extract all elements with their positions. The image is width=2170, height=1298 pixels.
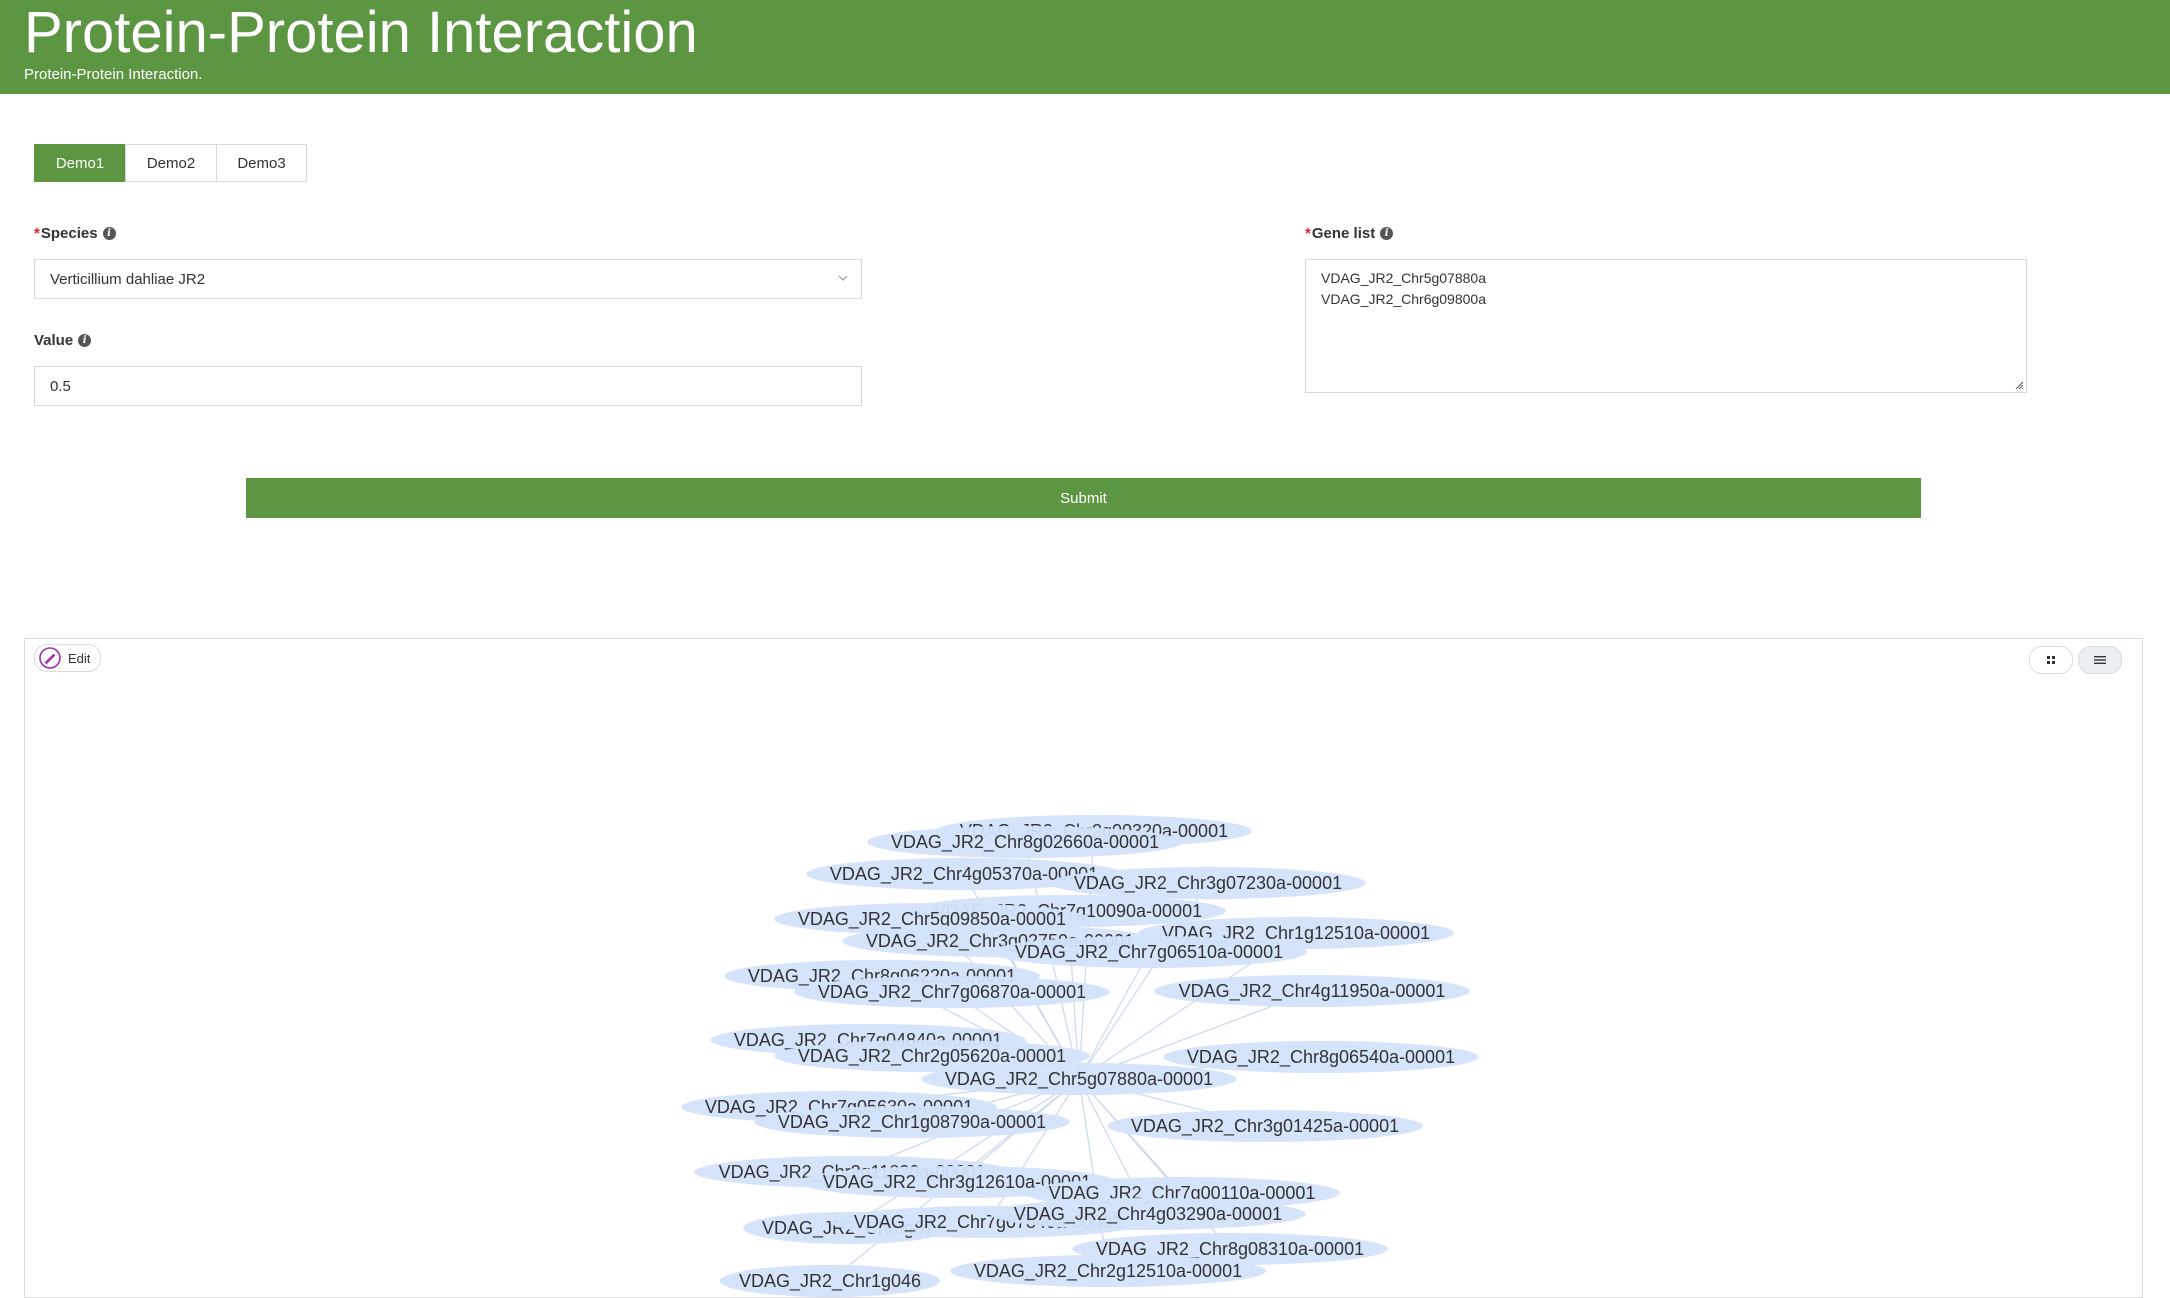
required-mark: * [1305,225,1311,242]
network-node[interactable]: VDAG_JR2_Chr3g07230a-00001 [1050,867,1366,899]
network-node[interactable]: VDAG_JR2_Chr3g01425a-00001 [1107,1110,1423,1142]
network-nodes: VDAG_JR2_Chr2g00320a-00001VDAG_JR2_Chr8g… [681,815,1479,1297]
node-label: VDAG_JR2_Chr2g12510a-00001 [974,1261,1242,1282]
network-node[interactable]: VDAG_JR2_Chr4g03290a-00001 [990,1198,1306,1230]
node-label: VDAG_JR2_Chr2g05620a-00001 [798,1046,1066,1067]
network-graph[interactable]: VDAG_JR2_Chr2g00320a-00001VDAG_JR2_Chr8g… [25,639,2142,1298]
node-label: VDAG_JR2_Chr8g02660a-00001 [891,832,1159,853]
network-node[interactable]: VDAG_JR2_Chr5g07880a-00001 [921,1063,1237,1095]
tab-demo3[interactable]: Demo3 [216,144,307,182]
node-label: VDAG_JR2_Chr5g07880a-00001 [945,1069,1213,1090]
gene-list-label-text: Gene list [1311,225,1376,242]
chevron-down-icon [838,275,848,281]
resize-handle-icon[interactable] [2014,380,2024,390]
tab-demo2[interactable]: Demo2 [125,144,217,182]
node-label: VDAG_JR2_Chr1g046 [739,1271,921,1292]
required-mark: * [34,225,40,242]
info-icon: i [102,227,116,240]
page-header: Protein-Protein Interaction Protein-Prot… [0,0,2170,94]
network-node[interactable]: VDAG_JR2_Chr7g06510a-00001 [991,936,1307,968]
species-select-value: Verticillium dahliae JR2 [50,270,206,288]
species-select[interactable]: Verticillium dahliae JR2 [34,259,862,299]
network-node[interactable]: VDAG_JR2_Chr1g08790a-00001 [754,1106,1070,1138]
demo-tabs: Demo1 Demo2 Demo3 [34,144,307,182]
network-node[interactable]: VDAG_JR2_Chr8g02660a-00001 [867,826,1183,858]
value-label: Value i [34,332,92,349]
node-label: VDAG_JR2_Chr1g08790a-00001 [778,1112,1046,1133]
page-subtitle: Protein-Protein Interaction. [24,66,203,83]
node-label: VDAG_JR2_Chr7g06510a-00001 [1015,942,1283,963]
network-edge [1078,951,1150,1080]
gene-list-value: VDAG_JR2_Chr5g07880a VDAG_JR2_Chr6g09800… [1321,270,1486,307]
gene-list-label: * Gene list i [1305,225,1394,242]
species-label: * Species i [34,225,116,242]
value-input[interactable]: 0.5 [34,366,862,406]
info-icon: i [78,334,92,347]
page-title: Protein-Protein Interaction [24,0,698,65]
network-panel: Edit VDAG_JR2_Chr2g00320a-00001VDAG_JR2_… [24,638,2143,1298]
network-node[interactable]: VDAG_JR2_Chr7g06870a-00001 [794,976,1110,1008]
node-label: VDAG_JR2_Chr4g11950a-00001 [1179,981,1446,1002]
node-label: VDAG_JR2_Chr7g06870a-00001 [818,982,1086,1003]
node-label: VDAG_JR2_Chr4g03290a-00001 [1014,1204,1282,1225]
network-node[interactable]: VDAG_JR2_Chr4g11950a-00001 [1154,975,1470,1007]
value-label-text: Value [34,332,74,349]
submit-button[interactable]: Submit [246,478,1921,518]
gene-list-textarea[interactable]: VDAG_JR2_Chr5g07880a VDAG_JR2_Chr6g09800… [1305,259,2027,393]
node-label: VDAG_JR2_Chr3g07230a-00001 [1074,873,1342,894]
species-label-text: Species [40,225,98,242]
network-node[interactable]: VDAG_JR2_Chr2g12510a-00001 [950,1255,1266,1287]
tab-demo1[interactable]: Demo1 [34,144,126,182]
info-icon: i [1380,227,1394,240]
node-label: VDAG_JR2_Chr3g01425a-00001 [1131,1116,1399,1137]
node-label: VDAG_JR2_Chr8g06540a-00001 [1187,1047,1455,1068]
network-node[interactable]: VDAG_JR2_Chr1g046 [719,1265,941,1297]
